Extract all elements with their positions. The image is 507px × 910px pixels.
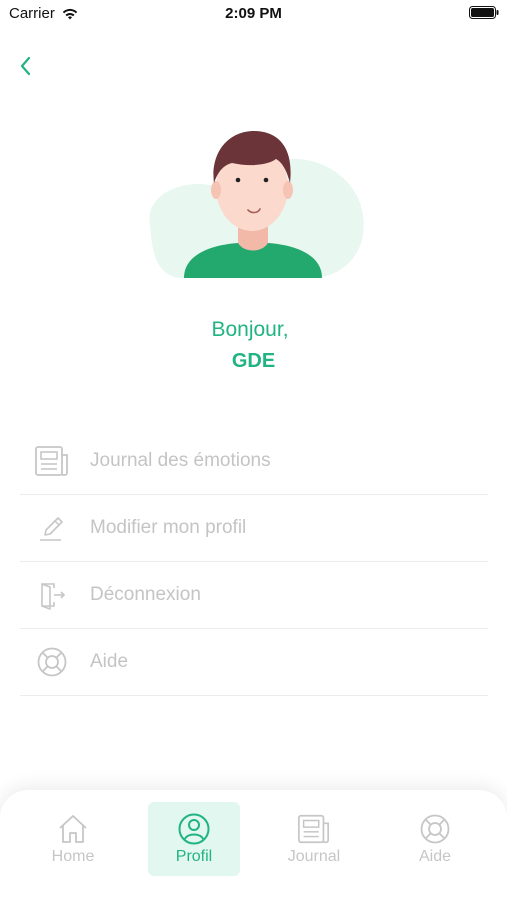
tab-label: Home xyxy=(51,848,95,865)
home-icon xyxy=(56,812,90,846)
status-time: 2:09 PM xyxy=(225,5,282,22)
tab-label: Aide xyxy=(418,848,452,865)
battery-icon xyxy=(469,6,499,19)
user-circle-icon xyxy=(177,812,211,846)
newspaper-icon xyxy=(34,443,70,479)
menu-item-label: Déconnexion xyxy=(90,584,201,605)
menu-item-help[interactable]: Aide xyxy=(20,629,488,696)
tab-profil[interactable]: Profil xyxy=(148,802,240,876)
chevron-left-icon xyxy=(20,56,31,76)
menu-item-label: Journal des émotions xyxy=(90,450,271,471)
greeting-text: Bonjour, xyxy=(211,318,289,341)
logout-door-icon xyxy=(34,577,70,613)
menu-item-label: Aide xyxy=(90,651,129,672)
tab-home[interactable]: Home xyxy=(27,802,119,876)
tab-aide[interactable]: Aide xyxy=(389,802,481,876)
tab-journal[interactable]: Journal xyxy=(268,802,360,876)
avatar-illustration xyxy=(149,131,364,278)
tab-label: Profil xyxy=(175,848,213,865)
menu-item-logout[interactable]: Déconnexion xyxy=(20,562,488,629)
lifebuoy-icon xyxy=(418,812,452,846)
status-bar: Carrier 2:09 PM xyxy=(0,0,507,28)
tab-bar: Home Profil Journal Aide xyxy=(0,790,507,910)
menu-item-journal[interactable]: Journal des émotions xyxy=(20,428,488,495)
profile-menu: Journal des émotions Modifier mon profil… xyxy=(20,428,488,696)
pencil-icon xyxy=(34,510,70,546)
back-button[interactable] xyxy=(14,54,36,78)
tab-label: Journal xyxy=(287,848,341,865)
menu-item-edit-profile[interactable]: Modifier mon profil xyxy=(20,495,488,562)
username-text: GDE xyxy=(231,350,276,372)
lifebuoy-icon xyxy=(34,644,70,680)
menu-item-label: Modifier mon profil xyxy=(90,517,247,538)
newspaper-icon xyxy=(297,812,331,846)
